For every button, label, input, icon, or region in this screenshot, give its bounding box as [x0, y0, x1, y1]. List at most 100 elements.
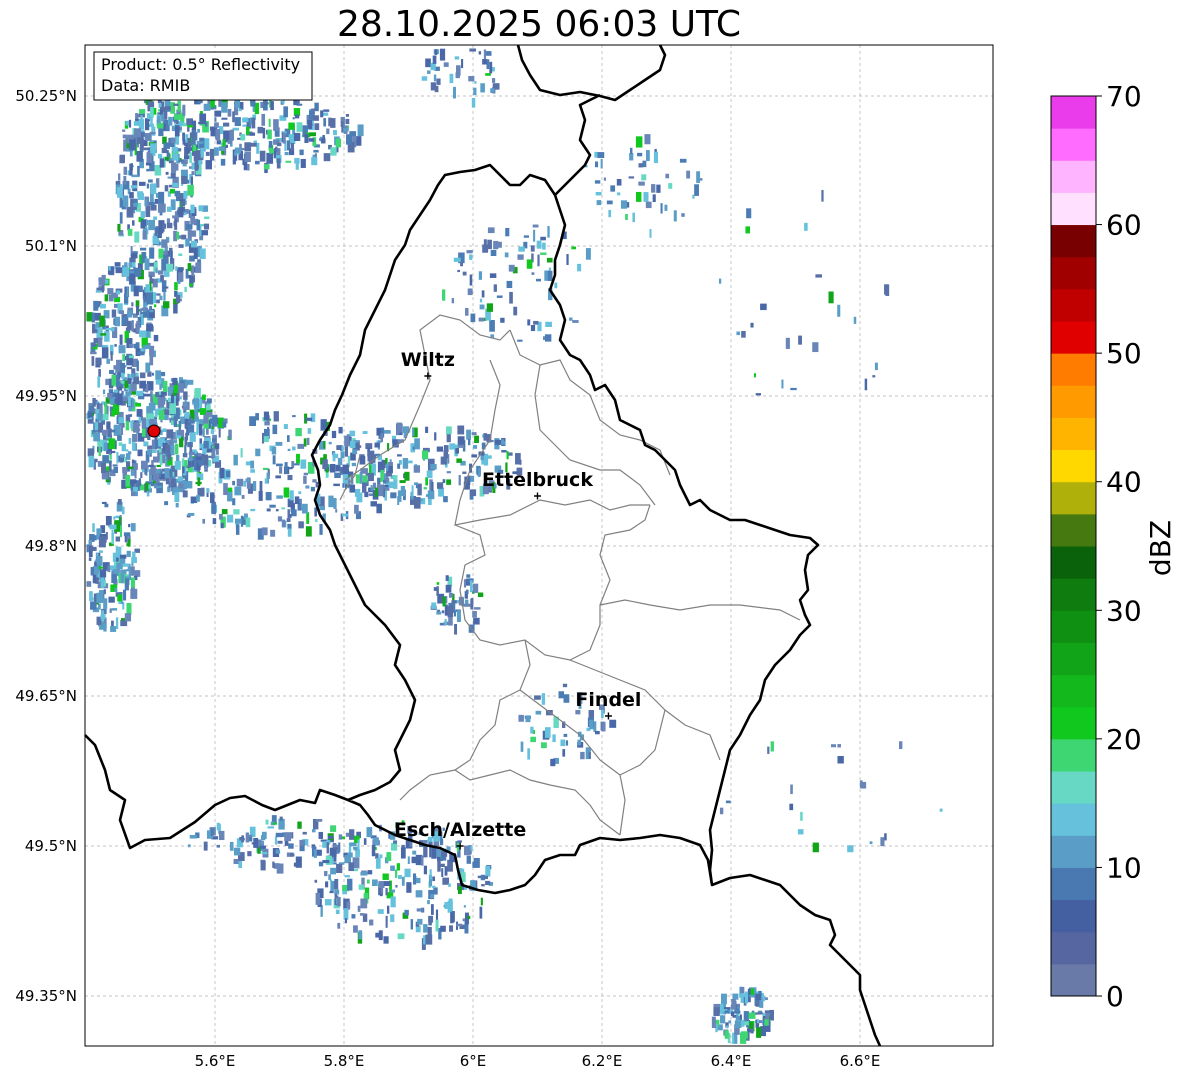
- echo-cell: [479, 304, 485, 310]
- echo-cell: [665, 173, 670, 179]
- echo-cell: [281, 100, 285, 104]
- echo-cell: [270, 101, 274, 111]
- echo-cell: [160, 275, 164, 282]
- echo-cell: [94, 421, 99, 431]
- echo-cell: [178, 207, 184, 218]
- echo-cell: [104, 294, 109, 302]
- echo-cell: [148, 219, 156, 231]
- echo-cell: [373, 837, 379, 846]
- echo-cell: [133, 487, 138, 492]
- echo-cell: [263, 436, 269, 442]
- echo-cell: [92, 523, 95, 533]
- echo-cell: [155, 469, 161, 474]
- echo-cell: [250, 142, 257, 147]
- echo-cell: [432, 876, 435, 882]
- echo-cell: [258, 491, 263, 501]
- echo-cell: [158, 443, 163, 447]
- lat-tick-label: 49.5°N: [25, 837, 77, 855]
- echo-cell: [273, 822, 278, 825]
- echo-cell: [327, 835, 334, 840]
- echo-cell: [344, 446, 349, 457]
- echo-cell: [490, 88, 495, 94]
- echo-cell: [189, 835, 197, 839]
- echo-cell: [446, 471, 451, 474]
- echo-cell: [161, 239, 168, 248]
- echo-cell: [325, 881, 329, 888]
- echo-cell: [469, 48, 477, 52]
- echo-cell: [293, 862, 298, 867]
- echo-cell: [235, 524, 240, 535]
- echo-cell: [218, 830, 225, 841]
- echo-cell: [629, 147, 633, 154]
- echo-cell: [336, 863, 343, 874]
- echo-cell: [221, 117, 228, 120]
- echo-cell: [221, 509, 228, 515]
- echo-cell: [227, 491, 233, 502]
- echo-cell: [485, 51, 492, 56]
- echo-cell: [560, 739, 566, 747]
- echo-cell: [625, 214, 628, 220]
- echo-cell: [741, 330, 746, 338]
- echo-cell: [206, 448, 212, 453]
- echo-cell: [577, 739, 581, 746]
- echo-cell: [131, 373, 135, 378]
- echo-cell: [240, 448, 243, 458]
- echo-cell: [175, 407, 180, 420]
- echo-cell: [383, 430, 391, 434]
- echo-cell: [197, 160, 203, 165]
- echo-cell: [594, 161, 599, 168]
- echo-cell: [105, 516, 112, 526]
- echo-cell: [430, 904, 434, 915]
- echo-cell: [189, 152, 192, 163]
- echo-cell: [190, 240, 197, 248]
- echo-cell: [86, 312, 93, 322]
- echo-cell: [174, 461, 181, 470]
- echo-cell: [247, 834, 253, 837]
- echo-cell: [356, 492, 363, 503]
- echo-cell: [609, 719, 617, 728]
- echo-cell: [259, 480, 263, 492]
- echo-cell: [335, 464, 341, 472]
- echo-cell: [473, 445, 478, 449]
- echo-cell: [134, 231, 140, 243]
- echo-cell: [358, 445, 362, 448]
- echo-cell: [425, 477, 428, 486]
- echo-cell: [130, 253, 138, 259]
- echo-cell: [277, 840, 283, 844]
- echo-cell: [98, 536, 106, 548]
- echo-cell: [90, 546, 97, 551]
- echo-cell: [98, 566, 104, 569]
- echo-cell: [157, 153, 163, 159]
- echo-cell: [421, 855, 424, 866]
- echo-cell: [652, 194, 656, 203]
- colorbar-bin: [1051, 674, 1096, 708]
- echo-cell: [426, 470, 433, 479]
- echo-cell: [520, 741, 524, 752]
- echo-cell: [268, 118, 271, 127]
- echo-cell: [190, 204, 195, 214]
- echo-cell: [749, 1022, 754, 1029]
- echo-cell: [229, 841, 234, 851]
- echo-cell: [540, 236, 546, 241]
- echo-cell: [183, 212, 187, 215]
- echo-cell: [137, 192, 145, 201]
- echo-cell: [128, 414, 133, 417]
- colorbar-bin: [1051, 256, 1096, 290]
- echo-cell: [92, 574, 97, 584]
- colorbar-tick-label: 40: [1106, 466, 1142, 499]
- echo-cell: [694, 184, 699, 196]
- echo-cell: [164, 501, 169, 506]
- echo-cell: [423, 487, 427, 490]
- echo-cell: [641, 174, 647, 181]
- colorbar-bin: [1051, 449, 1096, 483]
- echo-cell: [304, 134, 309, 144]
- echo-cell: [90, 351, 97, 355]
- echo-cell: [299, 839, 305, 846]
- echo-cell: [328, 441, 332, 445]
- echo-cell: [158, 410, 165, 420]
- echo-cell: [244, 151, 251, 163]
- echo-cell: [244, 142, 252, 152]
- echo-cell: [116, 451, 119, 464]
- echo-cell: [629, 153, 634, 161]
- colorbar-bin: [1051, 642, 1096, 676]
